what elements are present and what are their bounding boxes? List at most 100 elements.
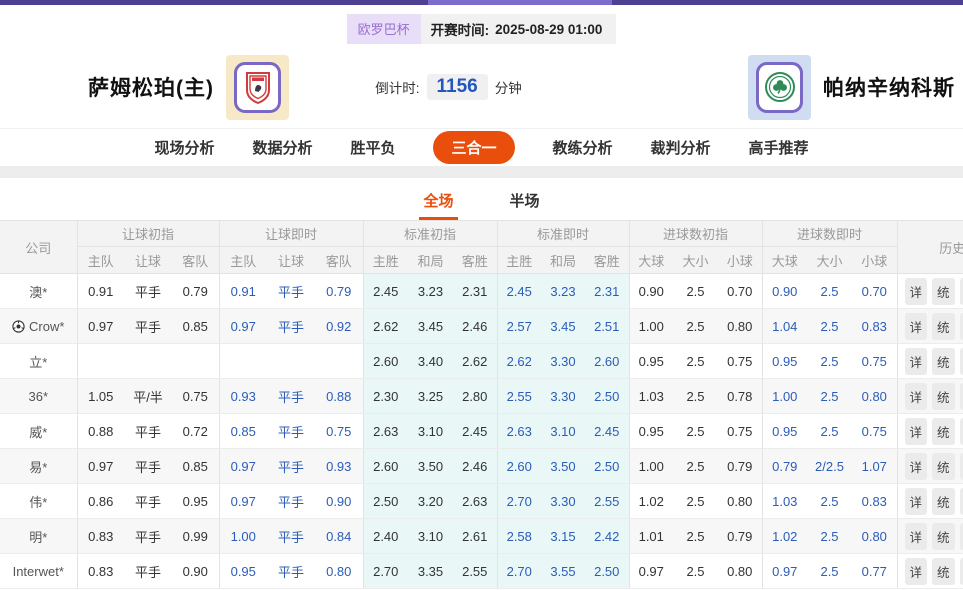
- history-button-1[interactable]: 详: [905, 558, 928, 585]
- odds-cell-handicap_live[interactable]: 平手: [267, 414, 315, 449]
- odds-cell-handicap_live[interactable]: 平手: [267, 449, 315, 484]
- odds-cell-handicap_live[interactable]: 0.97: [219, 449, 267, 484]
- odds-cell-goals_live[interactable]: 0.80: [852, 379, 897, 414]
- nav-tab-6[interactable]: 裁判分析: [651, 137, 711, 158]
- odds-cell-goals_live[interactable]: 2.5: [807, 519, 852, 554]
- odds-cell-std_live[interactable]: 2.55: [497, 379, 541, 414]
- history-button-3[interactable]: 凯: [960, 313, 963, 340]
- odds-cell-goals_live[interactable]: 1.07: [852, 449, 897, 484]
- odds-cell-std_live[interactable]: 3.15: [541, 519, 585, 554]
- history-button-2[interactable]: 统: [932, 313, 955, 340]
- odds-cell-handicap_live[interactable]: 0.88: [315, 379, 363, 414]
- odds-cell-goals_live[interactable]: 2.5: [807, 379, 852, 414]
- history-button-1[interactable]: 详: [905, 313, 928, 340]
- history-button-3[interactable]: 凯: [960, 418, 963, 445]
- odds-cell-goals_live[interactable]: 0.77: [852, 554, 897, 589]
- odds-cell-goals_live[interactable]: 0.95: [762, 414, 807, 449]
- company-cell[interactable]: 36*: [0, 379, 77, 414]
- odds-cell-handicap_live[interactable]: 平手: [267, 484, 315, 519]
- odds-cell-std_live[interactable]: 2.31: [585, 274, 629, 309]
- odds-cell-goals_live[interactable]: 1.04: [762, 309, 807, 344]
- odds-cell-goals_live[interactable]: 2.5: [807, 309, 852, 344]
- odds-cell-std_live[interactable]: 2.70: [497, 484, 541, 519]
- odds-cell-std_live[interactable]: 2.58: [497, 519, 541, 554]
- odds-cell-goals_live[interactable]: 2.5: [807, 274, 852, 309]
- history-button-1[interactable]: 详: [905, 278, 928, 305]
- odds-cell-goals_live[interactable]: 0.75: [852, 414, 897, 449]
- odds-cell-goals_live[interactable]: 0.83: [852, 484, 897, 519]
- odds-cell-handicap_live[interactable]: 0.95: [219, 554, 267, 589]
- company-name[interactable]: Crow*: [29, 319, 64, 334]
- odds-cell-std_live[interactable]: 2.50: [585, 379, 629, 414]
- company-name[interactable]: Interwet*: [13, 564, 64, 579]
- odds-cell-goals_live[interactable]: 0.80: [852, 519, 897, 554]
- history-button-3[interactable]: 凯: [960, 278, 963, 305]
- company-name[interactable]: 明*: [29, 530, 47, 545]
- history-button-1[interactable]: 详: [905, 488, 928, 515]
- odds-cell-goals_live[interactable]: 2/2.5: [807, 449, 852, 484]
- nav-tab-4[interactable]: 三合一: [433, 131, 514, 164]
- odds-cell-handicap_live[interactable]: 0.84: [315, 519, 363, 554]
- company-cell[interactable]: Interwet*: [0, 554, 77, 589]
- odds-cell-handicap_live[interactable]: 平手: [267, 274, 315, 309]
- odds-cell-std_live[interactable]: 2.57: [497, 309, 541, 344]
- odds-cell-goals_live[interactable]: 2.5: [807, 414, 852, 449]
- history-button-1[interactable]: 详: [905, 453, 928, 480]
- odds-cell-std_live[interactable]: 2.51: [585, 309, 629, 344]
- company-name[interactable]: 立*: [29, 355, 47, 370]
- company-cell[interactable]: 澳*: [0, 274, 77, 309]
- odds-cell-std_live[interactable]: 2.55: [585, 484, 629, 519]
- odds-cell-goals_live[interactable]: 2.5: [807, 484, 852, 519]
- company-name[interactable]: 易*: [29, 460, 47, 475]
- company-cell[interactable]: 立*: [0, 344, 77, 379]
- odds-cell-std_live[interactable]: 2.50: [585, 554, 629, 589]
- history-button-2[interactable]: 统: [932, 418, 955, 445]
- odds-cell-handicap_live[interactable]: 0.85: [219, 414, 267, 449]
- odds-cell-std_live[interactable]: 3.23: [541, 274, 585, 309]
- odds-cell-std_live[interactable]: 2.45: [585, 414, 629, 449]
- odds-cell-goals_live[interactable]: 1.03: [762, 484, 807, 519]
- odds-cell-std_live[interactable]: 3.10: [541, 414, 585, 449]
- nav-tab-5[interactable]: 教练分析: [553, 137, 613, 158]
- odds-cell-std_live[interactable]: 3.30: [541, 344, 585, 379]
- odds-cell-goals_live[interactable]: 0.75: [852, 344, 897, 379]
- history-button-2[interactable]: 统: [932, 488, 955, 515]
- odds-cell-goals_live[interactable]: 0.95: [762, 344, 807, 379]
- history-button-2[interactable]: 统: [932, 348, 955, 375]
- odds-cell-std_live[interactable]: 2.45: [497, 274, 541, 309]
- odds-cell-std_live[interactable]: 3.30: [541, 484, 585, 519]
- history-button-3[interactable]: 凯: [960, 348, 963, 375]
- odds-cell-goals_live[interactable]: 1.02: [762, 519, 807, 554]
- company-cell[interactable]: 威*: [0, 414, 77, 449]
- history-button-2[interactable]: 统: [932, 383, 955, 410]
- company-cell[interactable]: 明*: [0, 519, 77, 554]
- nav-tab-2[interactable]: 数据分析: [252, 137, 312, 158]
- history-button-1[interactable]: 详: [905, 383, 928, 410]
- odds-cell-goals_live[interactable]: 2.5: [807, 554, 852, 589]
- company-name[interactable]: 威*: [29, 425, 47, 440]
- history-button-3[interactable]: 凯: [960, 453, 963, 480]
- company-name[interactable]: 伟*: [29, 495, 47, 510]
- odds-cell-handicap_live[interactable]: 0.97: [219, 309, 267, 344]
- history-button-3[interactable]: 凯: [960, 488, 963, 515]
- odds-cell-goals_live[interactable]: 1.00: [762, 379, 807, 414]
- company-name[interactable]: 澳*: [29, 285, 47, 300]
- odds-cell-std_live[interactable]: 3.45: [541, 309, 585, 344]
- history-button-1[interactable]: 详: [905, 348, 928, 375]
- history-button-3[interactable]: 凯: [960, 558, 963, 585]
- odds-cell-goals_live[interactable]: 0.70: [852, 274, 897, 309]
- nav-tab-3[interactable]: 胜平负: [350, 137, 395, 158]
- odds-cell-handicap_live[interactable]: 0.79: [315, 274, 363, 309]
- odds-cell-handicap_live[interactable]: 0.91: [219, 274, 267, 309]
- odds-cell-std_live[interactable]: 2.62: [497, 344, 541, 379]
- odds-cell-handicap_live[interactable]: 0.97: [219, 484, 267, 519]
- odds-cell-handicap_live[interactable]: 平手: [267, 309, 315, 344]
- odds-cell-std_live[interactable]: 2.63: [497, 414, 541, 449]
- odds-cell-handicap_live[interactable]: 0.90: [315, 484, 363, 519]
- odds-cell-handicap_live[interactable]: 0.92: [315, 309, 363, 344]
- subtab-1[interactable]: 全场: [419, 190, 457, 220]
- odds-cell-goals_live[interactable]: 2.5: [807, 344, 852, 379]
- history-button-2[interactable]: 统: [932, 558, 955, 585]
- company-name[interactable]: 36*: [28, 389, 48, 404]
- history-button-1[interactable]: 详: [905, 418, 928, 445]
